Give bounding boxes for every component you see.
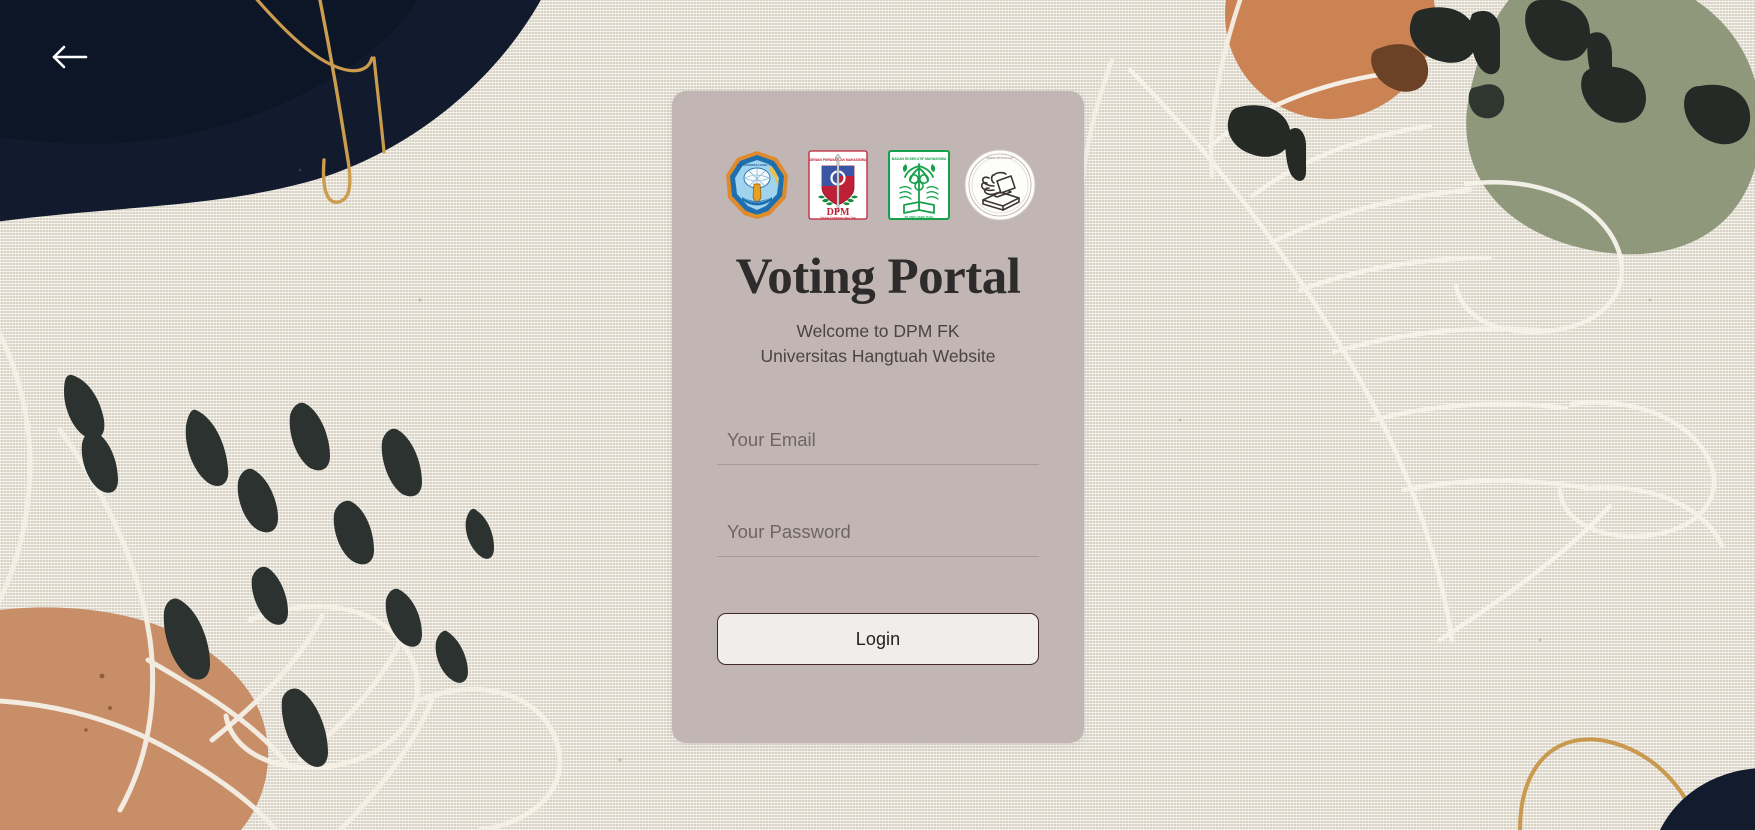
dpm-logo: DEWAN PERWAKILAN MAHASISWA DPM Fakultas … [801,148,875,222]
password-field-wrapper [717,515,1039,558]
email-field-wrapper [717,423,1039,466]
password-input[interactable] [717,515,1039,558]
page-title: Voting Portal [735,249,1021,305]
subtitle-line-2: Universitas Hangtuah Website [760,345,996,366]
svg-text:SURABAYA: SURABAYA [748,213,765,217]
svg-text:PEMILU RAYA FK UHT: PEMILU RAYA FK UHT [986,156,1013,160]
email-input[interactable] [717,423,1039,466]
ballot-box-logo: PEMILU RAYA FK UHT [963,148,1037,222]
universitas-hang-tuah-logo: UNIVERSITAS HANG TUAH SURABAYA [720,148,794,222]
login-button[interactable]: Login [717,613,1039,666]
svg-text:Fakultas Kedokteran Hang Tuah: Fakultas Kedokteran Hang Tuah [820,217,856,220]
arrow-left-icon [52,45,88,69]
svg-text:BADAN EKSEKUTIF MAHASISWA: BADAN EKSEKUTIF MAHASISWA [891,157,946,161]
bem-logo: BADAN EKSEKUTIF MAHASISWA FK UNIV HANG T… [882,148,956,222]
white-lines-center-right [1077,0,1243,243]
subtitle-line-1: Welcome to DPM FK [796,320,960,341]
svg-text:UNIVERSITAS HANG TUAH: UNIVERSITAS HANG TUAH [737,163,778,167]
back-button[interactable] [48,40,92,74]
welcome-subtitle: Welcome to DPM FK Universitas Hangtuah W… [760,319,995,370]
svg-text:FK UNIV HANG TUAH: FK UNIV HANG TUAH [904,215,933,219]
navy-wedge-bottom-right [1660,768,1755,830]
logo-row: UNIVERSITAS HANG TUAH SURABAYA DEWAN PER… [720,147,1037,223]
login-card: UNIVERSITAS HANG TUAH SURABAYA DEWAN PER… [672,91,1084,743]
white-loop-bottom [223,603,563,830]
